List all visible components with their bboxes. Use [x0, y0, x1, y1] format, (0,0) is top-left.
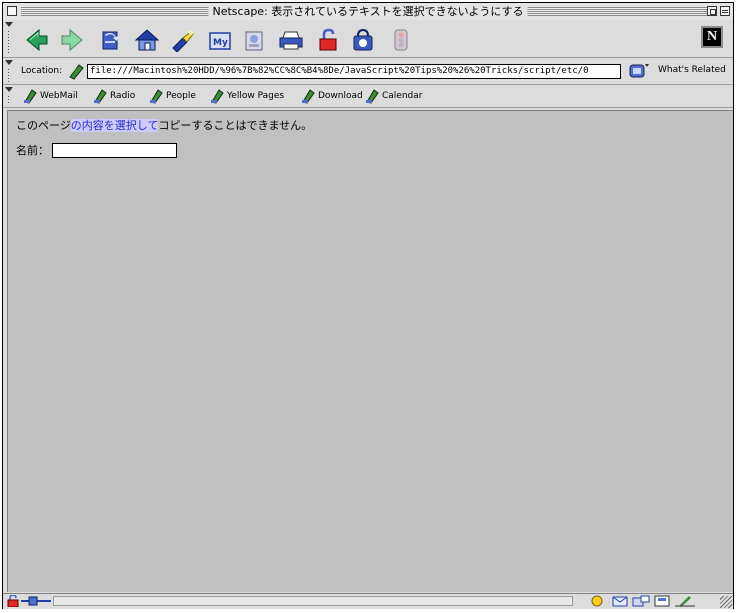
bookmark-icon [302, 89, 315, 104]
reload-icon [102, 31, 118, 50]
back-arrow-icon [26, 28, 48, 52]
navigation-toolbar: My N [3, 20, 733, 58]
bookmark-download[interactable]: Download [301, 88, 363, 104]
stop-icon [394, 29, 408, 51]
resize-grip[interactable] [720, 596, 732, 608]
search-flashlight-icon [172, 31, 194, 53]
personal-collapse-grip[interactable] [5, 87, 13, 105]
name-input[interactable] [52, 142, 177, 158]
discussion-icon [632, 595, 650, 607]
search-button[interactable] [169, 28, 197, 53]
mail-icon [612, 596, 628, 607]
bookmark-label: WebMail [40, 91, 78, 101]
navigator-icon [591, 595, 603, 607]
security-status-icon[interactable] [7, 595, 51, 607]
bookmark-icon [366, 89, 379, 104]
notice-text-start: このページ [16, 119, 71, 132]
reload-button[interactable] [97, 28, 125, 52]
location-toolbar: Location: file:///Macintosh%20HDD/%96%7B… [3, 58, 733, 85]
my-netscape-icon: My [209, 32, 231, 50]
location-label: Location: [21, 66, 63, 76]
back-button[interactable] [23, 28, 51, 52]
bookmark-radio[interactable]: Radio [93, 88, 135, 104]
grip-icon [575, 596, 583, 606]
window-title: Netscape: 表示されているテキストを選択できないようにする [208, 4, 528, 19]
images-button[interactable] [241, 28, 269, 52]
toolbar-collapse-grip[interactable] [5, 22, 13, 55]
close-box[interactable] [7, 6, 17, 16]
bookmark-yellow-pages[interactable]: Yellow Pages [210, 88, 284, 104]
status-message [53, 596, 573, 606]
address-book-icon [654, 595, 670, 607]
page-content: このページの内容を選択してコピーすることはできません。 名前： [7, 110, 733, 592]
stop-button[interactable] [387, 28, 415, 52]
bookmark-people[interactable]: People [149, 88, 196, 104]
zoom-box[interactable] [707, 6, 717, 16]
bookmark-icon [211, 89, 224, 104]
whats-related-label: What's Related [658, 65, 726, 75]
bookmark-icon [24, 89, 37, 104]
selected-text: の内容を選択して [70, 119, 159, 132]
location-collapse-grip[interactable] [5, 60, 13, 82]
whats-related-icon [629, 64, 649, 78]
personal-toolbar: WebMail Radio People Yellow Pages Downlo… [3, 85, 733, 108]
bookmark-label: Calendar [382, 91, 423, 101]
name-label: 名前： [16, 144, 49, 157]
component-bar[interactable] [575, 595, 715, 607]
bookmark-label: People [166, 91, 196, 101]
netscape-logo: N [701, 26, 723, 48]
my-netscape-button[interactable]: My [206, 28, 234, 52]
security-padlock-icon [319, 28, 337, 51]
bookmark-webmail[interactable]: WebMail [23, 88, 78, 104]
browser-window: Netscape: 表示されているテキストを選択できないようにする My N L… [2, 2, 734, 609]
bookmark-icon [94, 89, 107, 104]
print-button[interactable] [277, 28, 305, 52]
bookmark-label: Yellow Pages [227, 91, 285, 101]
shop-button[interactable] [349, 28, 377, 52]
page-proxy-icon[interactable] [67, 62, 85, 80]
bookmark-label: Download [318, 91, 363, 101]
svg-text:My: My [213, 38, 228, 48]
forward-arrow-icon [61, 28, 83, 52]
status-bar [3, 593, 733, 609]
forward-button[interactable] [58, 28, 86, 52]
notice-text-end: コピーすることはできません。 [158, 119, 313, 132]
shop-bag-icon [353, 28, 373, 51]
name-row: 名前： [16, 142, 177, 158]
location-url-input[interactable]: file:///Macintosh%20HDD/%96%7B%82%CC%8C%… [87, 64, 621, 79]
bookmark-icon [150, 89, 163, 104]
images-icon [245, 31, 263, 51]
bookmark-calendar[interactable]: Calendar [365, 88, 422, 104]
composer-icon [675, 596, 695, 607]
bookmark-label: Radio [110, 91, 136, 101]
printer-icon [279, 31, 303, 50]
collapse-box[interactable] [720, 6, 730, 16]
title-bar[interactable]: Netscape: 表示されているテキストを選択できないようにする [3, 3, 733, 21]
home-icon [134, 29, 160, 51]
security-button[interactable] [315, 28, 343, 52]
notice-text: このページの内容を選択してコピーすることはできません。 [16, 117, 312, 133]
home-button[interactable] [133, 28, 161, 52]
